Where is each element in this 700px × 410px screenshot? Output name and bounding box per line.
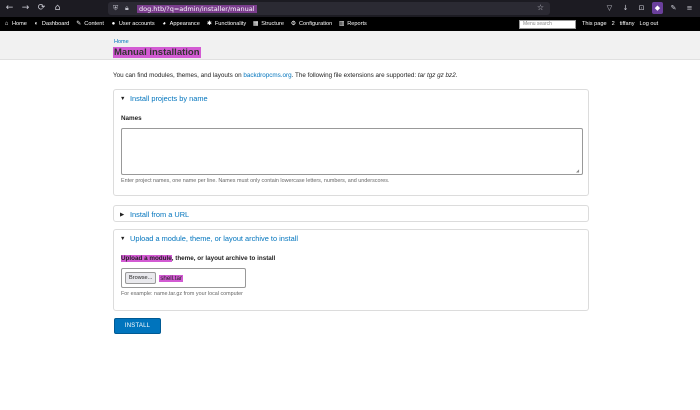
admin-item-label: Functionality bbox=[214, 21, 247, 27]
logout-link[interactable]: Log out bbox=[640, 21, 659, 27]
intro-end: . bbox=[455, 72, 458, 79]
bookmark-star-icon[interactable]: ☆ bbox=[537, 3, 544, 12]
admin-item-label: Appearance bbox=[169, 21, 200, 27]
admin-item-label: User accounts bbox=[118, 21, 155, 27]
upload-archive-legend[interactable]: ▼ Upload a module, theme, or layout arch… bbox=[114, 234, 298, 243]
legend-label: Install from a URL bbox=[130, 210, 190, 219]
expanded-triangle-icon: ▼ bbox=[120, 95, 126, 102]
download-icon[interactable]: ↓ bbox=[620, 2, 631, 14]
install-button[interactable]: INSTALL bbox=[114, 318, 161, 334]
user-icon: ● bbox=[111, 20, 116, 27]
shield-icon: ⛨ bbox=[113, 4, 119, 12]
appearance-icon: ◕ bbox=[162, 20, 166, 27]
page-header: Home Manual installation bbox=[0, 31, 700, 60]
backdrop-link[interactable]: backdropcms.org bbox=[243, 72, 291, 79]
admin-item-content[interactable]: ✎ Content bbox=[75, 21, 104, 28]
pocket-icon[interactable]: ▽ bbox=[604, 2, 615, 14]
menu-search-input[interactable]: Menu search bbox=[519, 20, 576, 29]
forward-icon[interactable]: → bbox=[19, 2, 32, 15]
browser-toolbar: ← → ⟳ ⌂ ⛨ 🔒︎ dog.htb/?q=admin/installer/… bbox=[0, 0, 700, 17]
legend-label: Install projects by name bbox=[130, 94, 208, 103]
selected-file-name: shell.tar bbox=[159, 274, 183, 282]
install-from-url-legend[interactable]: ▶ Install from a URL bbox=[114, 210, 189, 219]
intro-before: You can find modules, themes, and layout… bbox=[113, 72, 244, 79]
this-page-link[interactable]: This page bbox=[582, 21, 607, 27]
resize-grip-icon[interactable]: ◢ bbox=[576, 168, 581, 173]
admin-item-label: Home bbox=[12, 21, 27, 27]
reload-icon[interactable]: ⟳ bbox=[35, 2, 48, 15]
upload-archive-fieldset: ▼ Upload a module, theme, or layout arch… bbox=[113, 229, 589, 311]
admin-toolbar: ⌂ Home ◐ Dashboard ✎ Content ● User acco… bbox=[0, 17, 700, 31]
gear-icon: ⚙ bbox=[290, 20, 297, 27]
url-text[interactable]: dog.htb/?q=admin/installer/manual bbox=[137, 4, 257, 13]
admin-item-label: Dashboard bbox=[41, 21, 70, 27]
admin-item-structure[interactable]: ▦ Structure bbox=[252, 21, 284, 28]
install-from-url-fieldset: ▶ Install from a URL bbox=[113, 205, 589, 222]
structure-icon: ▦ bbox=[252, 20, 259, 27]
menu-icon[interactable]: ≡ bbox=[684, 2, 695, 14]
upload-label: Upload a module, theme, or layout archiv… bbox=[121, 255, 275, 262]
admin-item-reports[interactable]: ▥ Reports bbox=[338, 21, 367, 28]
admin-item-configuration[interactable]: ⚙ Configuration bbox=[290, 21, 332, 28]
admin-item-label: Content bbox=[84, 21, 104, 27]
expanded-triangle-icon: ▼ bbox=[120, 235, 126, 242]
admin-item-dashboard[interactable]: ◐ Dashboard bbox=[33, 20, 70, 28]
admin-item-label: Reports bbox=[347, 21, 367, 27]
upload-label-highlight: Upload a module bbox=[121, 255, 172, 262]
legend-label: Upload a module, theme, or layout archiv… bbox=[130, 234, 299, 243]
collapsed-triangle-icon: ▶ bbox=[120, 211, 125, 218]
browse-button[interactable]: Browse... bbox=[125, 272, 157, 284]
names-label: Names bbox=[121, 115, 142, 122]
functionality-icon: ✱ bbox=[206, 20, 212, 27]
extension-icon[interactable]: ◆ bbox=[652, 2, 663, 14]
names-help-text: Enter project names, one name per line. … bbox=[121, 178, 390, 184]
browser-right-icons: ▽ ↓ ⊡ ◆ ✎ ≡ bbox=[604, 2, 700, 14]
names-textarea[interactable]: ◢ bbox=[121, 128, 583, 175]
notification-count[interactable]: 2 bbox=[612, 21, 615, 27]
reports-icon: ▥ bbox=[338, 20, 345, 27]
admin-item-appearance[interactable]: ◕ Appearance bbox=[161, 20, 200, 28]
intro-text: You can find modules, themes, and layout… bbox=[113, 72, 457, 79]
dashboard-icon: ◐ bbox=[34, 20, 39, 27]
page-title: Manual installation bbox=[113, 47, 201, 58]
back-icon[interactable]: ← bbox=[3, 2, 16, 15]
install-by-name-legend[interactable]: ▼ Install projects by name bbox=[114, 94, 208, 103]
home-icon[interactable]: ⌂ bbox=[51, 2, 64, 15]
breadcrumb[interactable]: Home bbox=[114, 39, 129, 45]
admin-item-functionality[interactable]: ✱ Functionality bbox=[206, 21, 246, 28]
lock-icon: 🔒︎ bbox=[125, 4, 129, 12]
admin-item-home[interactable]: ⌂ Home bbox=[3, 21, 27, 28]
address-bar[interactable]: ⛨ 🔒︎ dog.htb/?q=admin/installer/manual ☆ bbox=[108, 2, 550, 15]
extensions-list: tar tgz gz bz2 bbox=[417, 72, 456, 79]
upload-help-text: For example: name.tar.gz from your local… bbox=[121, 291, 243, 297]
screenshot-icon[interactable]: ⊡ bbox=[636, 2, 647, 14]
file-upload-input[interactable]: Browse... shell.tar bbox=[121, 268, 246, 288]
content-icon: ✎ bbox=[76, 20, 82, 27]
install-by-name-fieldset: ▼ Install projects by name Names ◢ Enter… bbox=[113, 89, 589, 196]
intro-after: . The following file extensions are supp… bbox=[291, 72, 418, 79]
user-link[interactable]: tiffany bbox=[620, 21, 635, 27]
admin-item-label: Configuration bbox=[298, 21, 333, 27]
admin-item-user-accounts[interactable]: ● User accounts bbox=[110, 21, 155, 28]
admin-toolbar-right: This page 2 tiffany Log out bbox=[582, 17, 663, 31]
home-icon: ⌂ bbox=[4, 20, 9, 27]
upload-label-rest: , theme, or layout archive to install bbox=[171, 255, 276, 262]
edit-icon[interactable]: ✎ bbox=[668, 2, 679, 14]
admin-item-label: Structure bbox=[261, 21, 284, 27]
